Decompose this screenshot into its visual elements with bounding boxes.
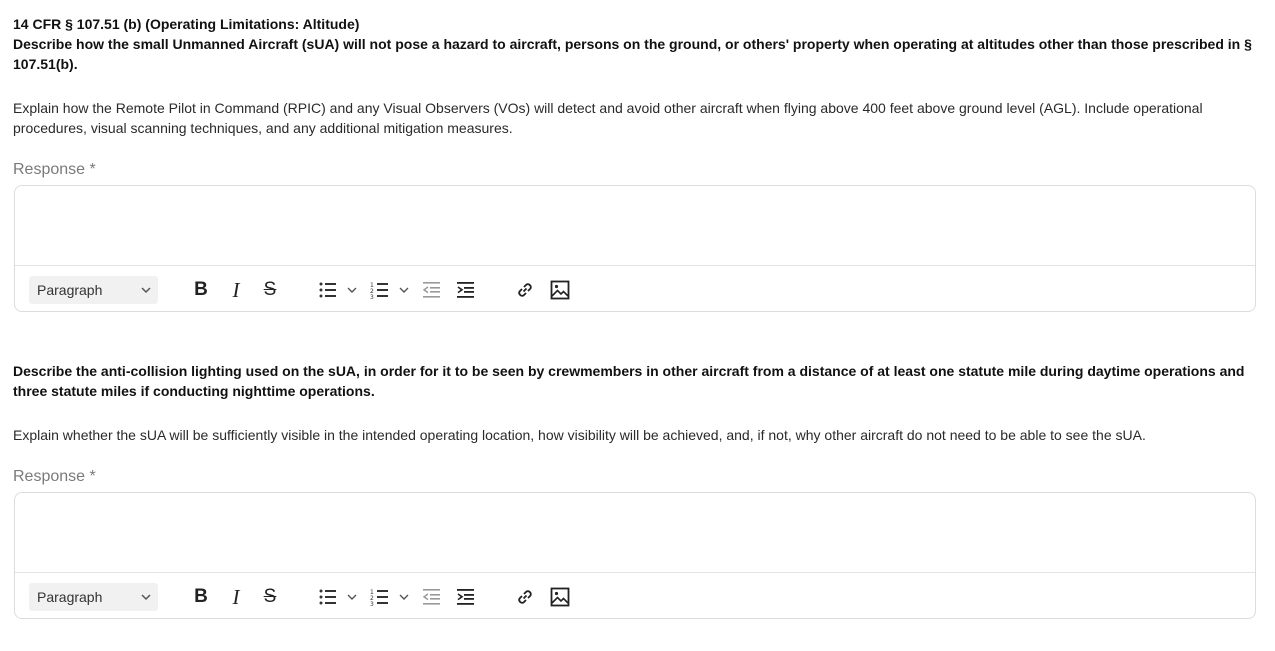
strikethrough-icon: S	[263, 279, 277, 300]
italic-icon: I	[232, 584, 240, 609]
bold-icon: B	[194, 586, 208, 607]
numbered-list-button[interactable]: 123	[370, 583, 412, 611]
link-icon	[515, 280, 535, 300]
bulleted-list-icon	[318, 587, 360, 607]
guidance-text: Explain whether the sUA will be sufficie…	[13, 427, 1146, 443]
bold-button[interactable]: B	[190, 583, 212, 611]
indent-button[interactable]	[456, 276, 476, 304]
bold-button[interactable]: B	[190, 276, 212, 304]
regulation-title: 14 CFR § 107.51 (b) (Operating Limitatio…	[13, 16, 360, 32]
link-button[interactable]	[514, 276, 536, 304]
bulleted-list-button[interactable]	[318, 276, 360, 304]
question-text: Describe how the small Unmanned Aircraft…	[13, 36, 1252, 72]
italic-button[interactable]: I	[225, 583, 247, 611]
outdent-button[interactable]	[422, 583, 442, 611]
svg-text:3: 3	[370, 601, 374, 607]
editor-toolbar: Paragraph B I S 123	[15, 266, 1255, 312]
rich-text-editor: Paragraph B I S 123	[14, 185, 1256, 312]
bulleted-list-icon	[318, 280, 360, 300]
italic-icon: I	[232, 277, 240, 302]
image-icon	[550, 280, 570, 300]
chevron-down-icon	[140, 583, 152, 620]
chevron-down-icon	[140, 276, 152, 313]
paragraph-format-select[interactable]: Paragraph	[29, 583, 158, 611]
question-text: Describe the anti-collision lighting use…	[13, 363, 1245, 399]
paragraph-format-select[interactable]: Paragraph	[29, 276, 158, 304]
response-text-area[interactable]	[15, 493, 1255, 573]
rich-text-editor: Paragraph B I S 123	[14, 492, 1256, 619]
format-select-label: Paragraph	[37, 282, 103, 298]
outdent-button[interactable]	[422, 276, 442, 304]
indent-icon	[457, 588, 475, 606]
image-icon	[550, 587, 570, 607]
image-button[interactable]	[549, 583, 571, 611]
numbered-list-icon: 123	[370, 587, 412, 607]
strikethrough-button[interactable]: S	[259, 276, 281, 304]
editor-toolbar: Paragraph B I S 123	[15, 573, 1255, 619]
numbered-list-button[interactable]: 123	[370, 276, 412, 304]
outdent-icon	[423, 281, 441, 299]
strikethrough-icon: S	[263, 586, 277, 607]
bulleted-list-button[interactable]	[318, 583, 360, 611]
svg-text:3: 3	[370, 294, 374, 300]
response-label: Response *	[13, 161, 96, 178]
outdent-icon	[423, 588, 441, 606]
bold-icon: B	[194, 279, 208, 300]
link-icon	[515, 587, 535, 607]
link-button[interactable]	[514, 583, 536, 611]
response-text-area[interactable]	[15, 186, 1255, 266]
image-button[interactable]	[549, 276, 571, 304]
numbered-list-icon: 123	[370, 280, 412, 300]
indent-button[interactable]	[456, 583, 476, 611]
strikethrough-button[interactable]: S	[259, 583, 281, 611]
format-select-label: Paragraph	[37, 589, 103, 605]
italic-button[interactable]: I	[225, 276, 247, 304]
indent-icon	[457, 281, 475, 299]
response-label: Response *	[13, 468, 96, 485]
guidance-text: Explain how the Remote Pilot in Command …	[13, 100, 1203, 136]
